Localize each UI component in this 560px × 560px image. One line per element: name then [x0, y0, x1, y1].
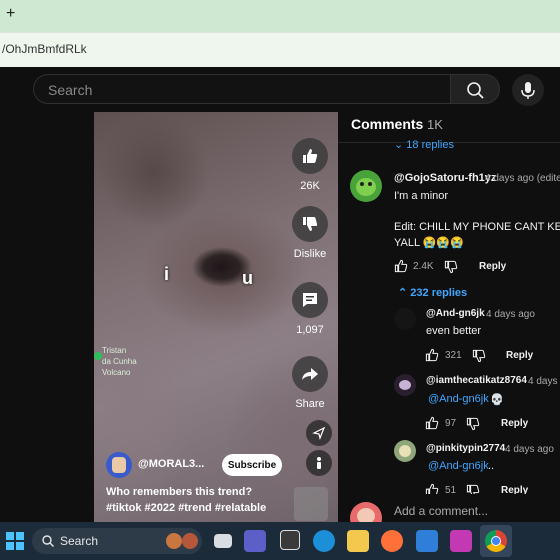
chevron-up-icon: ⌄ — [394, 139, 407, 151]
map-label-line: Tristan — [102, 346, 127, 355]
firefox-icon[interactable] — [381, 530, 403, 552]
new-tab-button[interactable]: + — [6, 5, 15, 23]
reply-author[interactable]: @iamthecatikatz8764 — [426, 375, 527, 386]
avatar[interactable] — [394, 374, 416, 396]
address-bar[interactable]: /OhJmBmfdRLk — [0, 32, 560, 68]
thumbs-down-icon[interactable] — [465, 416, 481, 432]
reply-author[interactable]: @And-gn6jk — [426, 308, 485, 319]
file-explorer-icon[interactable] — [347, 530, 369, 552]
edge-icon[interactable] — [313, 530, 335, 552]
reply-text: 💀 — [490, 394, 504, 406]
voice-search-button[interactable] — [512, 74, 544, 106]
replies-toggle[interactable]: ⌃ 232 replies — [398, 286, 467, 299]
channel-avatar[interactable] — [106, 452, 132, 478]
comment-count: 1,097 — [296, 324, 324, 336]
dislike-label: Dislike — [293, 248, 327, 260]
video-overlay-text-right: u — [242, 268, 253, 288]
comment-text: Edit: CHILL MY PHONE CANT KEE — [394, 221, 560, 233]
chrome-active-tile[interactable] — [480, 525, 512, 557]
widgets-icon[interactable] — [280, 530, 300, 550]
map-label-line: da Cunha — [102, 357, 137, 366]
replies-toggle-label: 232 replies — [410, 287, 468, 299]
thumbs-up-icon[interactable] — [393, 258, 409, 274]
comment-time[interactable]: 4 days ago (edite — [485, 173, 560, 184]
comments-count: 1K — [427, 117, 443, 132]
taskbar: Search — [0, 522, 560, 560]
reply-time[interactable]: 4 days ago — [505, 444, 554, 455]
previous-replies-label: 18 replies — [406, 139, 454, 151]
navigate-icon — [312, 426, 326, 440]
comment-author[interactable]: @GojoSatoru-fh1yz — [394, 172, 496, 184]
comment-text: YALL 😭😭😭 — [394, 237, 464, 249]
task-view-icon[interactable] — [214, 534, 232, 548]
taskbar-search[interactable]: Search — [32, 528, 202, 554]
comments-panel: Comments 1K ⌄ 18 replies @GojoSatoru-fh1… — [338, 112, 560, 522]
thumbs-up-icon[interactable] — [424, 415, 440, 431]
avatar[interactable] — [394, 440, 416, 462]
mic-icon — [521, 82, 535, 99]
like-count: 26K — [300, 180, 320, 192]
reply-text: .. — [488, 460, 495, 472]
url-text: /OhJmBmfdRLk — [2, 42, 87, 56]
map-label-line: Volcano — [102, 368, 131, 377]
youtube-header — [0, 67, 560, 112]
dislike-button[interactable]: Dislike — [284, 206, 336, 260]
share-button[interactable]: Share — [284, 356, 336, 410]
reply-time[interactable]: 4 days ago — [486, 309, 535, 320]
map-pin-icon — [94, 352, 102, 360]
navigate-button[interactable] — [306, 420, 332, 446]
search-icon — [42, 535, 54, 547]
subscribe-button[interactable]: Subscribe — [222, 454, 282, 476]
thumbs-up-icon — [303, 149, 318, 163]
browser-tab-strip: + — [0, 0, 560, 32]
caption-line: Who remembers this trend? — [106, 486, 253, 498]
map-label: Tristan da Cunha Volcano — [102, 345, 137, 378]
search-highlight-icon — [182, 533, 198, 549]
mail-icon[interactable] — [416, 530, 438, 552]
like-count: 97 — [445, 418, 457, 429]
search-box — [33, 74, 450, 104]
windows-start-icon[interactable] — [6, 532, 24, 550]
like-count: 321 — [445, 350, 462, 361]
chevron-up-icon: ⌃ — [398, 287, 411, 299]
video-overlay-text-left: i — [164, 264, 170, 284]
comment-text: I'm a minor — [394, 190, 449, 202]
comment-icon — [303, 293, 317, 307]
comments-title: Comments — [351, 116, 424, 132]
person-button[interactable] — [306, 450, 332, 476]
search-input[interactable] — [46, 80, 440, 100]
photos-icon[interactable] — [450, 530, 472, 552]
reply-mention[interactable]: @And-gn6jk — [428, 460, 489, 472]
reply-time[interactable]: 4 days a — [528, 376, 560, 387]
person-icon — [317, 457, 321, 469]
teams-icon[interactable] — [244, 530, 266, 552]
like-count: 2.4K — [413, 261, 434, 272]
search-button[interactable] — [450, 74, 500, 104]
reply-button[interactable]: Reply — [501, 418, 528, 429]
thumbs-down-icon — [303, 217, 318, 231]
reply-button[interactable]: Reply — [506, 350, 533, 361]
reply-button[interactable]: Reply — [479, 261, 506, 272]
add-comment-input[interactable]: Add a comment... — [394, 504, 488, 518]
caption-hashtags[interactable]: #tiktok #2022 #trend #relatable — [106, 500, 266, 516]
search-icon — [467, 82, 484, 99]
avatar[interactable] — [350, 170, 382, 202]
video-caption: Who remembers this trend? #tiktok #2022 … — [106, 484, 266, 516]
thumbs-down-icon[interactable] — [471, 348, 487, 364]
share-label: Share — [295, 398, 325, 410]
thumbs-up-icon[interactable] — [424, 347, 440, 363]
channel-name[interactable]: @MORAL3... — [138, 458, 204, 470]
sound-thumbnail[interactable] — [294, 487, 328, 521]
thumbs-down-icon[interactable] — [443, 259, 459, 275]
reply-author[interactable]: @pinkitypin2774 — [426, 443, 505, 454]
comments-button[interactable]: 1,097 — [284, 282, 336, 336]
taskbar-search-label: Search — [60, 534, 99, 548]
reply-text: even better — [426, 325, 482, 337]
avatar[interactable] — [394, 308, 416, 330]
previous-replies-link[interactable]: ⌄ 18 replies — [394, 138, 454, 151]
search-highlight-icon — [166, 533, 182, 549]
share-icon — [302, 368, 318, 380]
like-button[interactable]: 26K — [284, 138, 336, 192]
reply-mention[interactable]: @And-gn6jk — [428, 393, 489, 405]
